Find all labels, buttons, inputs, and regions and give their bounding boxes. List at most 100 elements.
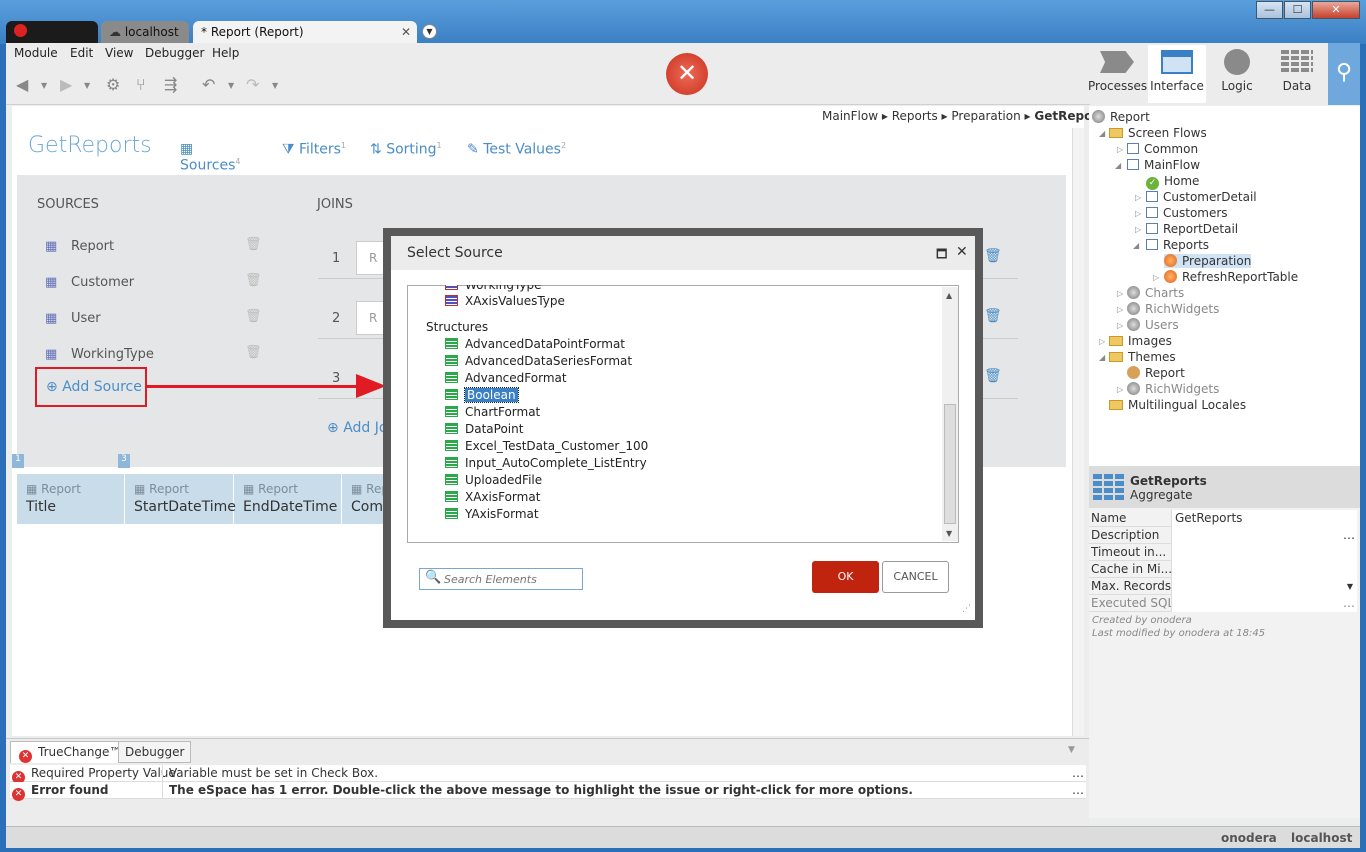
ok-button[interactable]: OK (812, 561, 879, 593)
breadcrumb-preparation[interactable]: Preparation (951, 109, 1020, 123)
tree-theme[interactable]: Report (1127, 366, 1185, 380)
mode-interface[interactable]: Interface (1148, 45, 1206, 103)
delete-join-icon[interactable]: 🗑 (984, 248, 1002, 264)
list-item-selected[interactable]: Boolean (445, 387, 519, 403)
panel-collapse-icon[interactable]: ▼ (1068, 745, 1075, 755)
scroll-up-icon[interactable]: ▲ (946, 291, 952, 300)
tab-localhost[interactable]: ☁ localhost (101, 21, 189, 43)
tree-root[interactable]: Report (1092, 110, 1150, 124)
search-icon[interactable]: ⚲ (1328, 43, 1360, 105)
undo-dropdown-icon[interactable]: ▼ (228, 81, 234, 90)
scroll-thumb[interactable] (944, 404, 956, 524)
tree-home[interactable]: ✓ Home (1146, 174, 1199, 190)
list-item[interactable]: ChartFormat (445, 405, 540, 419)
maximize-dialog-icon[interactable]: 🗖 (936, 245, 947, 266)
forward-dropdown-icon[interactable]: ▼ (84, 81, 90, 90)
property-row[interactable]: Max. Records ▼ (1089, 578, 1357, 595)
scroll-down-icon[interactable]: ▼ (946, 529, 952, 538)
editor-scrollbar[interactable] (1072, 128, 1084, 736)
delete-source-icon[interactable]: 🗑 (245, 309, 262, 324)
property-row[interactable]: Executed SQL… (1089, 595, 1357, 612)
tree-screen[interactable]: ReportDetail (1146, 222, 1238, 236)
delete-join-icon[interactable]: 🗑 (984, 368, 1002, 384)
property-row[interactable]: Name GetReports (1089, 510, 1357, 527)
source-item[interactable]: ▦ Customer (45, 275, 134, 290)
tab-report[interactable]: * Report (Report) ✕ (193, 21, 417, 43)
property-row[interactable]: Timeout in... (1089, 544, 1357, 561)
list-item[interactable]: XAxisValuesType (445, 294, 565, 308)
forward-icon[interactable]: ▶ (60, 75, 72, 94)
mode-processes[interactable]: Processes (1088, 45, 1147, 103)
list-item[interactable]: AdvancedDataPointFormat (445, 337, 625, 351)
tree-mainflow[interactable]: MainFlow (1127, 158, 1200, 172)
tree-screen[interactable]: CustomerDetail (1146, 190, 1257, 204)
minimize-button[interactable]: — (1256, 1, 1283, 19)
tab-filters[interactable]: ⧩ Filters1 (282, 141, 346, 158)
table-column[interactable]: ▦ Report StartDateTime (125, 474, 236, 524)
mode-logic[interactable]: Logic (1208, 45, 1266, 103)
error-row[interactable]: ✕ Required Property Value Variable must be… (10, 765, 1086, 784)
property-row[interactable]: Description… (1089, 527, 1357, 544)
tree-screen[interactable]: Reports (1146, 238, 1209, 252)
list-item[interactable]: UploadedFile (445, 473, 542, 487)
settings-gear-icon[interactable]: ⚙ (106, 75, 120, 94)
compare-merge-icon[interactable]: ⑂ (136, 75, 146, 94)
redo-icon[interactable]: ↷ (246, 75, 259, 94)
close-window-button[interactable]: ✕ (1312, 1, 1360, 19)
back-icon[interactable]: ◀ (16, 75, 28, 94)
tab-test-values[interactable]: ✎ Test Values2 (467, 141, 566, 158)
tab-truechange[interactable]: ✕ TrueChange™ (10, 741, 129, 763)
property-row[interactable]: Cache in Mi... (1089, 561, 1357, 578)
maximize-button[interactable]: ☐ (1284, 1, 1311, 19)
resize-grip-icon[interactable]: ⋰ (962, 604, 971, 614)
close-dialog-icon[interactable]: ✕ (956, 244, 968, 260)
menu-debugger[interactable]: Debugger (145, 46, 204, 60)
error-status-icon[interactable]: ✕ (666, 53, 708, 95)
list-item[interactable]: XAxisFormat (445, 490, 540, 504)
tab-sorting[interactable]: ⇅ Sorting1 (370, 141, 442, 158)
tree-themes[interactable]: Themes (1109, 350, 1176, 364)
source-item[interactable]: ▦ WorkingType (45, 347, 154, 362)
table-column[interactable]: ▦ Report EndDateTime (234, 474, 342, 524)
mode-data[interactable]: Data (1268, 45, 1326, 103)
tree-locales[interactable]: Multilingual Locales (1109, 398, 1246, 412)
add-source-button[interactable]: ⊕ Add Source (35, 367, 147, 407)
delete-source-icon[interactable]: 🗑 (245, 345, 262, 360)
list-item[interactable]: DataPoint (445, 422, 523, 436)
tab-sources[interactable]: ▦ Sources4 (180, 141, 256, 179)
tree-theme[interactable]: RichWidgets (1127, 382, 1219, 396)
menu-edit[interactable]: Edit (70, 46, 93, 60)
cancel-button[interactable]: CANCEL (882, 561, 949, 593)
tree-reference[interactable]: Charts (1127, 286, 1184, 300)
tree-preparation[interactable]: Preparation (1164, 254, 1252, 268)
menu-view[interactable]: View (105, 46, 133, 60)
error-row[interactable]: ✕ Error found The eSpace has 1 error. Doub… (10, 782, 1086, 801)
tab-debugger[interactable]: Debugger (118, 741, 192, 763)
list-item[interactable]: AdvancedDataSeriesFormat (445, 354, 632, 368)
delete-source-icon[interactable]: 🗑 (245, 273, 262, 288)
list-item[interactable]: Input_AutoComplete_ListEntry (445, 456, 647, 470)
table-column[interactable]: ▦ Report Title (17, 474, 125, 524)
breadcrumb-reports[interactable]: Reports (892, 109, 938, 123)
search-input[interactable] (444, 571, 578, 587)
source-item[interactable]: ▦ User (45, 311, 101, 326)
list-item[interactable]: Excel_TestData_Customer_100 (445, 439, 648, 453)
tree-common[interactable]: Common (1127, 142, 1198, 156)
tab-menu-dropdown-icon[interactable]: ▼ (422, 24, 437, 39)
list-item[interactable]: AdvancedFormat (445, 371, 567, 385)
tree-images[interactable]: Images (1109, 334, 1172, 348)
redo-dropdown-icon[interactable]: ▼ (272, 81, 278, 90)
back-dropdown-icon[interactable]: ▼ (41, 81, 47, 90)
publish-icon[interactable]: ⇶ (164, 75, 177, 94)
tab-outsystems[interactable]: outsystems (6, 21, 98, 60)
tree-reference[interactable]: RichWidgets (1127, 302, 1219, 316)
tree-screen-flows[interactable]: Screen Flows (1109, 126, 1207, 140)
menu-help[interactable]: Help (212, 46, 239, 60)
breadcrumb-mainflow[interactable]: MainFlow (822, 109, 878, 123)
delete-source-icon[interactable]: 🗑 (245, 237, 262, 252)
tree-screen-action[interactable]: RefreshReportTable (1164, 270, 1298, 284)
undo-icon[interactable]: ↶ (202, 75, 215, 94)
list-item[interactable]: YAxisFormat (445, 507, 539, 521)
tree-reference[interactable]: Users (1127, 318, 1179, 332)
close-tab-icon[interactable]: ✕ (401, 21, 411, 43)
